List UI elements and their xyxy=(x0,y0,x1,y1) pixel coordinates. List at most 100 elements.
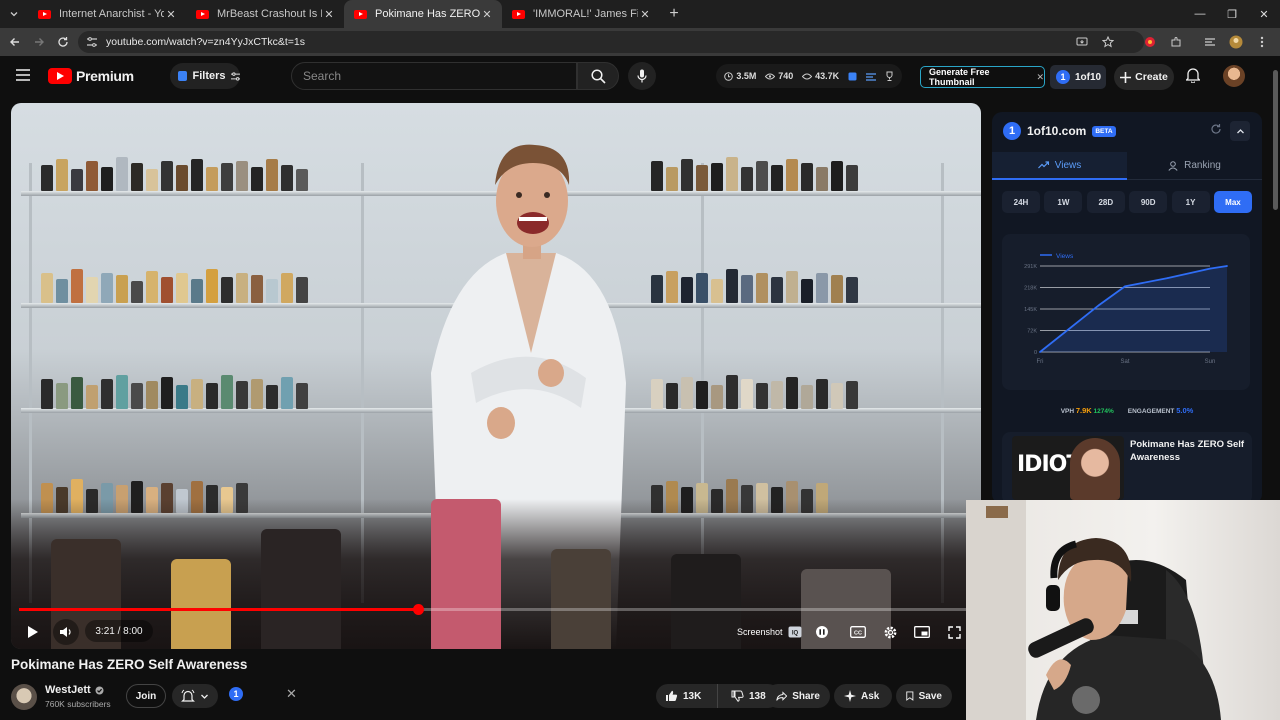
range-28d[interactable]: 28D xyxy=(1086,191,1125,213)
create-button[interactable]: Create xyxy=(1114,64,1174,90)
tab-close-icon[interactable]: ✕ xyxy=(322,8,336,21)
oneof10-logo-icon: 1 xyxy=(1003,122,1021,140)
extension-icon[interactable] xyxy=(1138,30,1162,54)
bookmark-star-icon[interactable] xyxy=(1096,30,1120,54)
chart-y-tick-label: 0 xyxy=(1034,350,1037,356)
tab-close-icon[interactable]: ✕ xyxy=(480,8,494,21)
reading-list-icon[interactable] xyxy=(1198,30,1222,54)
like-button[interactable]: 13K xyxy=(656,684,718,708)
browser-tab[interactable]: Internet Anarchist - YouTube ✕ xyxy=(28,0,186,28)
player-controls: 3:21 / 8:00 Screenshot IQ CC xyxy=(11,613,981,649)
browser-tab[interactable]: MrBeast Crashout Is Hilarious - ✕ xyxy=(186,0,344,28)
list-stat-icon[interactable] xyxy=(865,72,876,81)
channel-avatar[interactable] xyxy=(11,684,37,710)
minimize-icon[interactable]: — xyxy=(1184,0,1216,28)
tab-title: Pokimane Has ZERO Self Aware xyxy=(375,8,480,20)
profile-avatar-icon[interactable] xyxy=(1224,30,1248,54)
collapse-button[interactable] xyxy=(1230,121,1250,141)
join-button[interactable]: Join xyxy=(126,684,166,708)
play-button[interactable] xyxy=(21,621,45,643)
engagement-value: 5.0% xyxy=(1176,406,1194,415)
range-24h[interactable]: 24H xyxy=(1002,191,1040,213)
filters-button[interactable]: Filters xyxy=(170,63,240,89)
range-max[interactable]: Max xyxy=(1213,191,1252,213)
thumbs-up-icon xyxy=(666,690,678,701)
autoplay-toggle[interactable] xyxy=(810,621,834,643)
subscribed-bell-button[interactable] xyxy=(172,684,218,708)
menu-icon[interactable] xyxy=(16,69,30,81)
tab-search-button[interactable] xyxy=(0,0,28,28)
recommended-title[interactable]: Pokimane Has ZERO Self Awareness xyxy=(1130,438,1246,464)
page-scrollbar[interactable] xyxy=(1270,60,1280,500)
new-tab-button[interactable]: + xyxy=(660,5,688,23)
tab-views[interactable]: Views xyxy=(992,152,1127,180)
tab-ranking[interactable]: Ranking xyxy=(1127,152,1262,180)
play-icon xyxy=(28,626,38,638)
restore-icon[interactable]: ❐ xyxy=(1216,0,1248,28)
extensions-puzzle-icon[interactable] xyxy=(1164,30,1188,54)
search-input[interactable]: Search xyxy=(291,62,577,90)
dislike-button[interactable]: 138 xyxy=(723,684,766,708)
chart-y-tick-label: 72K xyxy=(1027,329,1037,335)
refresh-icon[interactable] xyxy=(1210,123,1222,135)
iq-stat-icon[interactable] xyxy=(848,72,857,81)
engagement-metric: ENGAGEMENT 5.0% xyxy=(1128,406,1194,415)
forward-icon[interactable] xyxy=(27,30,51,54)
panel-header: 1 1of10.com BETA xyxy=(992,112,1262,150)
user-avatar[interactable] xyxy=(1223,65,1245,87)
iq-player-button[interactable]: IQ xyxy=(783,621,807,643)
ask-button[interactable]: Ask xyxy=(834,684,892,708)
youtube-favicon-icon xyxy=(512,9,525,19)
share-button[interactable]: Share xyxy=(766,684,830,708)
progress-bar[interactable] xyxy=(19,604,973,615)
like-dislike-group: 13K 138 xyxy=(656,684,780,708)
tab-title: Internet Anarchist - YouTube xyxy=(59,8,164,20)
panel-brand: 1of10.com xyxy=(1027,124,1087,138)
youtube-favicon-icon xyxy=(196,9,209,19)
chart-data-point xyxy=(1098,303,1101,306)
captions-button[interactable]: CC xyxy=(846,621,870,643)
trophy-icon[interactable] xyxy=(885,71,894,81)
back-icon[interactable] xyxy=(3,30,27,54)
close-window-icon[interactable]: ✕ xyxy=(1248,0,1280,28)
channel-name[interactable]: WestJett xyxy=(45,684,104,696)
browser-tab[interactable]: 'IMMORAL!' James Fishback vs ✕ xyxy=(502,0,660,28)
perfume-bottles xyxy=(651,369,971,409)
notifications-bell-icon[interactable] xyxy=(1186,67,1200,83)
site-info-icon[interactable] xyxy=(86,37,100,47)
install-app-icon[interactable] xyxy=(1070,30,1094,54)
close-icon[interactable]: ✕ xyxy=(286,686,297,702)
browser-tab-active[interactable]: Pokimane Has ZERO Self Aware ✕ xyxy=(344,0,502,28)
tab-close-icon[interactable]: ✕ xyxy=(164,8,178,21)
save-button[interactable]: Save xyxy=(896,684,952,708)
browser-menu-icon[interactable] xyxy=(1250,30,1274,54)
range-1y[interactable]: 1Y xyxy=(1171,191,1210,213)
browser-toolbar-icons xyxy=(1070,30,1274,54)
oneof10-badge-button[interactable]: 1 xyxy=(229,687,243,701)
video-player[interactable]: 3:21 / 8:00 Screenshot IQ CC xyxy=(11,103,981,649)
generate-thumbnail-button[interactable]: Generate Free Thumbnail ✕ xyxy=(920,66,1045,88)
range-90d[interactable]: 90D xyxy=(1129,191,1168,213)
youtube-premium-logo[interactable]: Premium xyxy=(48,68,134,84)
tab-close-icon[interactable]: ✕ xyxy=(638,8,652,21)
search-button[interactable] xyxy=(577,62,619,90)
recommended-thumbnail[interactable]: IDIOT xyxy=(1012,436,1124,500)
miniplayer-button[interactable] xyxy=(910,621,934,643)
chart-data-point xyxy=(1124,285,1126,288)
url-field[interactable]: youtube.com/watch?v=zn4YyJxCTkc&t=1s xyxy=(78,31,1144,53)
voice-search-button[interactable] xyxy=(628,62,656,90)
recommended-video-card[interactable]: IDIOT Pokimane Has ZERO Self Awareness xyxy=(1002,432,1252,504)
settings-button[interactable] xyxy=(878,621,902,643)
volume-button[interactable] xyxy=(53,619,79,645)
oneof10-button[interactable]: 1 1of10 xyxy=(1050,65,1106,89)
scrollbar-thumb[interactable] xyxy=(1273,70,1278,210)
fullscreen-button[interactable] xyxy=(942,621,966,643)
eye-outline-icon xyxy=(802,73,813,79)
range-1w[interactable]: 1W xyxy=(1044,191,1083,213)
reload-icon[interactable] xyxy=(51,30,75,54)
close-icon[interactable]: ✕ xyxy=(1036,72,1044,83)
perfume-bottles xyxy=(41,369,421,409)
vph-label: VPH xyxy=(1060,408,1075,415)
progress-played xyxy=(19,608,418,611)
sliders-icon xyxy=(230,71,240,81)
